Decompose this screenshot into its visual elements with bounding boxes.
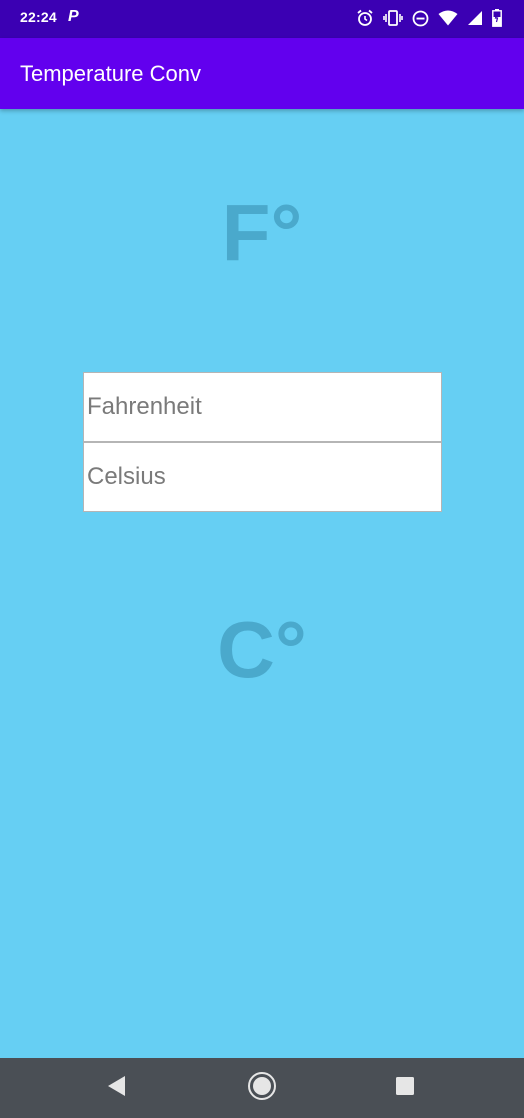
status-bar: 22:24 P [0,0,524,38]
notification-p-icon: P [68,8,79,25]
status-time: 22:24 [20,9,57,25]
signal-icon [467,10,483,26]
home-button[interactable] [245,1071,279,1105]
celsius-input[interactable] [83,442,442,512]
app-bar: Temperature Conv [0,38,524,109]
fahrenheit-unit-label: F° [221,188,303,277]
navigation-bar [0,1058,524,1118]
recents-button[interactable] [388,1071,422,1105]
recents-icon [395,1076,415,1101]
wifi-icon [438,10,458,26]
app-title: Temperature Conv [20,61,201,86]
battery-icon [492,9,502,27]
home-icon [246,1070,278,1107]
fahrenheit-input[interactable] [83,372,442,442]
app-screen: 22:24 P Temperature Conv F° Fahrenheit C… [0,0,524,1118]
back-button[interactable] [100,1071,134,1105]
celsius-unit-label: C° [217,605,307,694]
vibrate-icon [383,10,403,26]
status-icons [356,6,502,30]
back-icon [107,1075,127,1102]
do-not-disturb-icon [412,10,429,27]
alarm-icon [356,9,374,27]
